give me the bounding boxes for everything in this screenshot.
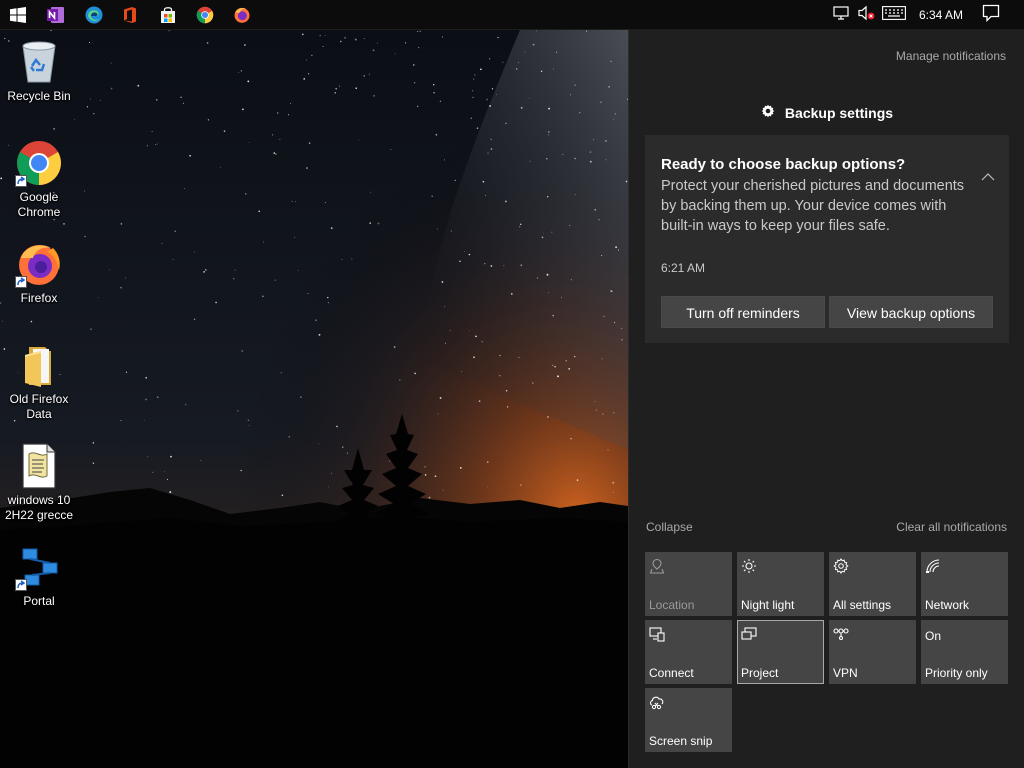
desktop-wallpaper bbox=[0, 30, 628, 768]
quick-action-project[interactable]: Project bbox=[737, 620, 824, 684]
quick-action-label: Night light bbox=[741, 598, 795, 612]
action-center-panel: Manage notifications Backup settings Rea… bbox=[628, 30, 1024, 768]
office-icon bbox=[121, 6, 139, 24]
desktop-icon-image bbox=[15, 543, 63, 591]
edge-icon bbox=[84, 5, 104, 25]
desktop-icon-portal[interactable]: Portal bbox=[2, 543, 76, 609]
quick-action-focus-assist[interactable]: On Priority only bbox=[921, 620, 1008, 684]
onenote-icon bbox=[46, 5, 66, 25]
windows-logo-icon bbox=[10, 7, 26, 23]
quick-action-label: Priority only bbox=[925, 666, 988, 680]
desktop-icon-old-firefox-data[interactable]: Old Firefox Data bbox=[2, 341, 76, 422]
desktop-icon-google-chrome[interactable]: Google Chrome bbox=[2, 139, 76, 220]
network-icon bbox=[833, 5, 849, 26]
toast-body: Protect your cherished pictures and docu… bbox=[661, 178, 965, 234]
desktop-icon-recycle-bin[interactable]: Recycle Bin bbox=[2, 38, 76, 104]
quick-action-night-light[interactable]: Night light bbox=[737, 552, 824, 616]
desktop-icon-firefox[interactable]: Firefox bbox=[2, 240, 76, 306]
toast-timestamp: 6:21 AM bbox=[661, 261, 706, 275]
project-icon bbox=[741, 626, 761, 646]
taskbar-clock[interactable]: 6:34 AM bbox=[912, 0, 970, 30]
network-icon bbox=[925, 558, 945, 578]
tray-volume[interactable] bbox=[854, 0, 878, 30]
volume-muted-icon bbox=[857, 5, 875, 26]
connect-icon bbox=[649, 626, 669, 646]
night-light-icon bbox=[741, 558, 761, 578]
vpn-icon bbox=[833, 626, 853, 646]
folder-icon bbox=[15, 341, 63, 389]
start-button[interactable] bbox=[0, 0, 36, 30]
store-icon bbox=[159, 6, 177, 24]
focus-assist-state: On bbox=[925, 629, 942, 643]
quick-action-label: Location bbox=[649, 598, 695, 612]
quick-action-label: Screen snip bbox=[649, 734, 713, 748]
firefox-icon bbox=[233, 6, 251, 24]
taskbar-store[interactable] bbox=[150, 0, 186, 30]
chrome-icon bbox=[196, 6, 214, 24]
quick-action-all-settings[interactable]: All settings bbox=[829, 552, 916, 616]
recycle-bin-icon bbox=[15, 38, 63, 86]
manage-notifications-link[interactable]: Manage notifications bbox=[896, 49, 1006, 63]
turn-off-reminders-button[interactable]: Turn off reminders bbox=[661, 296, 825, 328]
view-backup-options-button[interactable]: View backup options bbox=[829, 296, 993, 328]
tray-network[interactable] bbox=[830, 0, 852, 30]
tray-touch-keyboard[interactable] bbox=[878, 0, 910, 30]
taskbar-office[interactable] bbox=[112, 0, 148, 30]
taskbar-onenote[interactable] bbox=[38, 0, 74, 30]
action-center-button[interactable] bbox=[976, 0, 1006, 30]
quick-action-label: All settings bbox=[833, 598, 892, 612]
desktop-icon-label: Old Firefox Data bbox=[9, 392, 69, 421]
location-icon bbox=[649, 558, 669, 578]
desktop-icon-label: windows 10 2H22 grecce bbox=[4, 493, 74, 522]
quick-action-label: Connect bbox=[649, 666, 694, 680]
notification-toast[interactable]: Ready to choose backup options? Protect … bbox=[645, 135, 1009, 343]
desktop-icon-label: Google Chrome bbox=[17, 190, 61, 219]
collapse-chevron-icon[interactable] bbox=[981, 169, 995, 187]
quick-action-label: VPN bbox=[833, 666, 858, 680]
notification-app-header[interactable]: Backup settings bbox=[629, 102, 1024, 124]
quick-action-network[interactable]: Network bbox=[921, 552, 1008, 616]
settings-icon bbox=[833, 558, 853, 578]
quick-action-label: Project bbox=[741, 666, 779, 680]
shortcut-arrow-icon bbox=[15, 175, 27, 187]
clear-all-notifications-link[interactable]: Clear all notifications bbox=[896, 520, 1007, 534]
taskbar-edge[interactable] bbox=[76, 0, 112, 30]
quick-action-screen-snip[interactable]: Screen snip bbox=[645, 688, 732, 752]
desktop-icon-image bbox=[15, 240, 63, 288]
shortcut-arrow-icon bbox=[15, 579, 27, 591]
quick-action-label: Network bbox=[925, 598, 970, 612]
desktop-icon-label: Firefox bbox=[20, 291, 58, 305]
screen-snip-icon bbox=[649, 694, 669, 714]
desktop-icon-script[interactable]: windows 10 2H22 grecce bbox=[2, 442, 76, 523]
gear-icon bbox=[761, 104, 775, 123]
taskbar: 6:34 AM bbox=[0, 0, 1024, 30]
notification-app-name: Backup settings bbox=[784, 105, 894, 121]
taskbar-firefox[interactable] bbox=[224, 0, 260, 30]
desktop-icon-label: Portal bbox=[23, 594, 55, 608]
taskbar-chrome[interactable] bbox=[187, 0, 223, 30]
desktop-icon-image bbox=[15, 139, 63, 187]
collapse-link[interactable]: Collapse bbox=[646, 520, 693, 534]
script-file-icon bbox=[15, 442, 63, 490]
shortcut-arrow-icon bbox=[15, 276, 27, 288]
notifications-icon bbox=[982, 4, 1000, 27]
quick-action-location[interactable]: Location bbox=[645, 552, 732, 616]
quick-action-connect[interactable]: Connect bbox=[645, 620, 732, 684]
toast-title: Ready to choose backup options? bbox=[661, 156, 906, 173]
quick-action-vpn[interactable]: VPN bbox=[829, 620, 916, 684]
touch-keyboard-icon bbox=[882, 5, 906, 25]
desktop-icon-label: Recycle Bin bbox=[7, 89, 71, 103]
